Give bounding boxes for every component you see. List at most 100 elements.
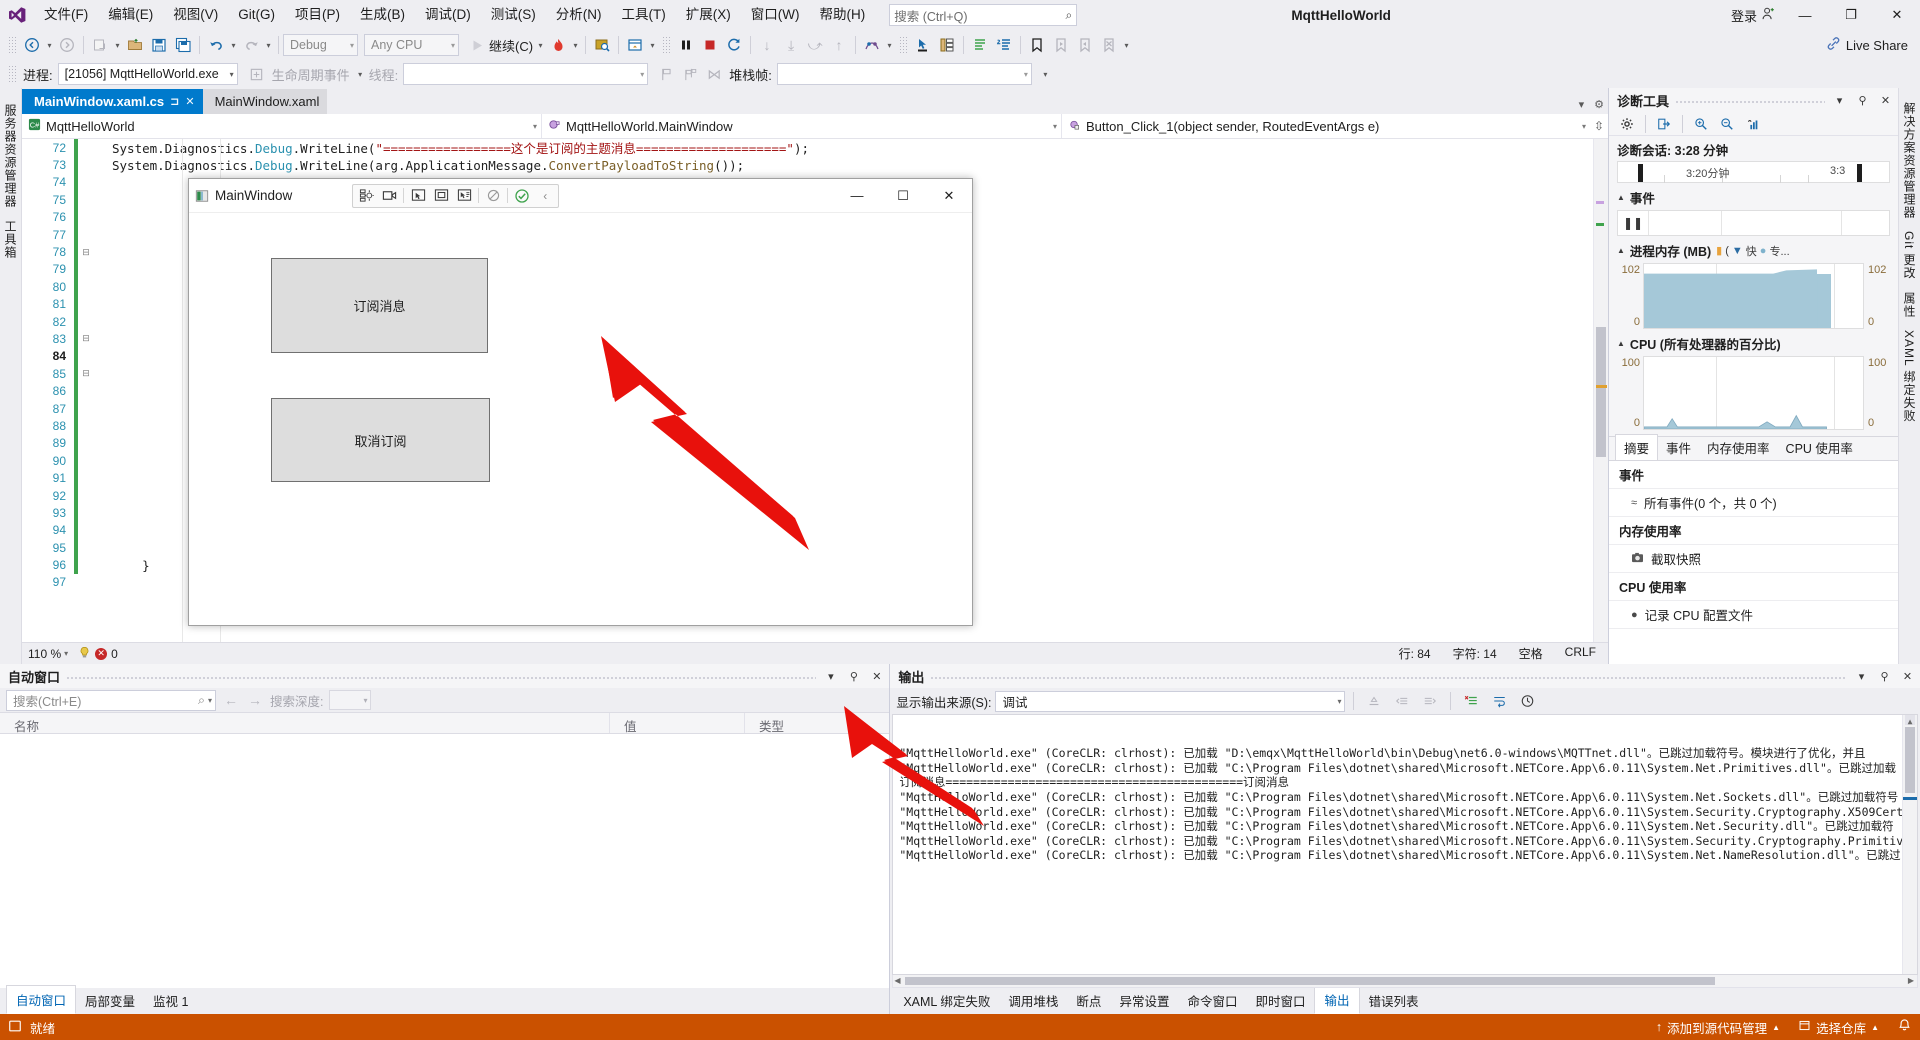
reset-view-icon[interactable] <box>1741 112 1765 136</box>
indentation-indicator[interactable]: 空格 <box>1519 645 1543 662</box>
pin-icon[interactable]: ⚲ <box>845 668 862 685</box>
pin-icon[interactable]: ⊐ <box>170 95 179 108</box>
panel-dropdown-icon[interactable]: ▾ <box>822 668 839 685</box>
step-up-icon[interactable]: ↑ <box>827 33 851 57</box>
diag-tab-summary[interactable]: 摘要 <box>1615 434 1659 460</box>
comment-selection-icon[interactable] <box>968 33 992 57</box>
subscribe-message-button[interactable]: 订阅消息 <box>271 258 488 353</box>
track-focused-element-icon[interactable] <box>453 186 475 206</box>
tab-settings-icon[interactable]: ⚙ <box>1594 98 1604 111</box>
dock-tab-error-list[interactable]: 错误列表 <box>1360 987 1428 1014</box>
add-to-source-control-button[interactable]: ↑ 添加到源代码管理 ▲ <box>1656 1018 1780 1037</box>
error-indicator[interactable]: ✕ 0 <box>78 646 118 662</box>
clear-all-icon[interactable] <box>1459 689 1483 713</box>
navbar-member-select[interactable]: Button_Click_1(object sender, RoutedEven… <box>1062 114 1590 138</box>
toggle-bookmark-icon[interactable] <box>1025 33 1049 57</box>
menu-item-edit[interactable]: 编辑(E) <box>98 3 163 27</box>
clear-bookmarks-icon[interactable] <box>1097 33 1121 57</box>
diagnostic-cpu-section-header[interactable]: ▲ CPU (所有处理器的百分比) <box>1609 329 1898 356</box>
diagnostic-events-section-header[interactable]: ▲ 事件 <box>1609 183 1898 210</box>
right-rail-label-properties[interactable]: 属性 <box>1901 286 1918 324</box>
settings-gear-icon[interactable] <box>1615 112 1639 136</box>
search-previous-icon[interactable]: ← <box>222 692 240 708</box>
debug-toolbar-overflow[interactable]: ▾ <box>1040 70 1051 79</box>
debug-windows-overflow[interactable]: ▾ <box>647 41 658 50</box>
stack-frame-select[interactable]: ▾ <box>776 63 1032 85</box>
disable-overlay-icon[interactable] <box>482 186 504 206</box>
intellitrace-overflow[interactable]: ▾ <box>884 41 895 50</box>
minimize-button[interactable]: — <box>1782 0 1828 30</box>
display-layout-adorner-icon[interactable] <box>430 186 452 206</box>
eol-indicator[interactable]: CRLF <box>1565 645 1596 662</box>
navbar-type-select[interactable]: MqttHelloWorld.MainWindow ▾ <box>542 114 1062 138</box>
stop-debugging-icon[interactable] <box>698 33 722 57</box>
left-rail-label-toolbox[interactable]: 工具箱 <box>2 214 19 265</box>
cpu-graph[interactable]: 100 0 100 0 <box>1617 356 1890 430</box>
menu-item-extensions[interactable]: 扩展(X) <box>676 3 741 27</box>
zoom-out-icon[interactable] <box>1715 112 1739 136</box>
break-all-icon[interactable] <box>674 33 698 57</box>
zoom-in-icon[interactable] <box>1689 112 1713 136</box>
diagnostic-timeline[interactable]: 3:20分钟 3:3 <box>1617 161 1890 183</box>
navigate-backward-dropdown[interactable]: ▾ <box>44 41 55 50</box>
menu-item-git[interactable]: Git(G) <box>228 3 285 27</box>
find-message-icon[interactable] <box>1362 689 1386 713</box>
menu-item-tools[interactable]: 工具(T) <box>612 3 676 27</box>
fold-marker[interactable]: ⊟ <box>78 333 94 344</box>
thread-select[interactable]: ▾ <box>403 63 649 85</box>
new-project-dropdown[interactable]: ▾ <box>112 41 123 50</box>
right-rail-label-solution-explorer[interactable]: 解决方案资源管理器 <box>1901 96 1918 225</box>
menu-item-test[interactable]: 测试(S) <box>481 3 546 27</box>
dock-tab-command-window[interactable]: 命令窗口 <box>1178 987 1246 1014</box>
lifecycle-events-icon[interactable] <box>245 62 269 86</box>
menu-item-debug[interactable]: 调试(D) <box>415 3 481 27</box>
pin-icon[interactable]: ⚲ <box>1876 668 1893 685</box>
live-share-label[interactable]: Live Share <box>1846 38 1908 53</box>
bookmarks-overflow[interactable]: ▾ <box>1121 41 1132 50</box>
code-line[interactable]: 72 System.Diagnostics.Debug.WriteLine("==… <box>22 139 1593 157</box>
close-button[interactable]: ✕ <box>1874 0 1920 30</box>
output-horizontal-scrollbar[interactable]: ◀ ▶ <box>892 975 1918 988</box>
open-file-icon[interactable] <box>123 33 147 57</box>
menu-item-build[interactable]: 生成(B) <box>350 3 415 27</box>
collapse-toolbar-icon[interactable]: ‹ <box>534 186 556 206</box>
panel-drag-dots[interactable] <box>66 664 817 688</box>
dock-tab-autos[interactable]: 自动窗口 <box>6 985 77 1014</box>
menu-item-help[interactable]: 帮助(H) <box>809 3 875 27</box>
split-editor-icon[interactable]: ⇳ <box>1590 119 1608 133</box>
app-minimize-button[interactable]: — <box>834 180 880 212</box>
continue-dropdown[interactable]: ▾ <box>535 41 546 50</box>
continue-button-label[interactable]: 继续(C) <box>489 36 535 55</box>
go-to-previous-icon[interactable] <box>1390 689 1414 713</box>
enabled-check-icon[interactable] <box>511 186 533 206</box>
live-visual-tree-icon[interactable] <box>935 33 959 57</box>
diag-tab-cpu-usage[interactable]: CPU 使用率 <box>1778 435 1861 460</box>
lifecycle-dropdown[interactable]: ▾ <box>355 70 366 79</box>
tab-overflow-icon[interactable]: ▾ <box>1579 98 1585 111</box>
undo-icon[interactable] <box>204 33 228 57</box>
right-rail-label-git-changes[interactable]: Git 更改 <box>1901 225 1918 286</box>
select-element-icon[interactable] <box>911 33 935 57</box>
output-text-area[interactable]: "MqttHelloWorld.exe" (CoreCLR: clrhost):… <box>892 714 1918 975</box>
dock-tab-immediate-window[interactable]: 即时窗口 <box>1246 987 1314 1014</box>
panel-drag-dots[interactable] <box>930 664 1847 688</box>
toolbar-grip-2[interactable] <box>662 36 671 54</box>
diagnostic-events-track[interactable]: ❚❚ <box>1617 210 1890 236</box>
toolbar-grip-3[interactable] <box>899 36 908 54</box>
navigate-backward-icon[interactable] <box>20 33 44 57</box>
autos-grid-body[interactable] <box>0 734 890 988</box>
summary-item-record-cpu[interactable]: ● 记录 CPU 配置文件 <box>1609 601 1898 629</box>
app-close-button[interactable]: ✕ <box>926 180 972 212</box>
solution-configuration-select[interactable]: Debug ▾ <box>283 34 358 56</box>
output-vertical-scrollbar[interactable]: ▲ <box>1902 715 1917 974</box>
memory-graph[interactable]: 102 0 102 0 <box>1617 263 1890 329</box>
search-next-icon[interactable]: → <box>246 692 264 708</box>
unsubscribe-button[interactable]: 取消订阅 <box>271 398 490 482</box>
debug-toolbar-grip[interactable] <box>8 65 16 83</box>
mouse-pointer-icon[interactable] <box>407 186 429 206</box>
close-icon[interactable]: ✕ <box>868 668 885 685</box>
hot-reload-dropdown[interactable]: ▾ <box>570 41 581 50</box>
menu-item-file[interactable]: 文件(F) <box>34 3 98 27</box>
hot-reload-app-icon[interactable] <box>378 186 400 206</box>
mainwindow-app-window[interactable]: MainWindow ‹ — ☐ ✕ 订阅消息 取消订阅 <box>188 178 973 626</box>
